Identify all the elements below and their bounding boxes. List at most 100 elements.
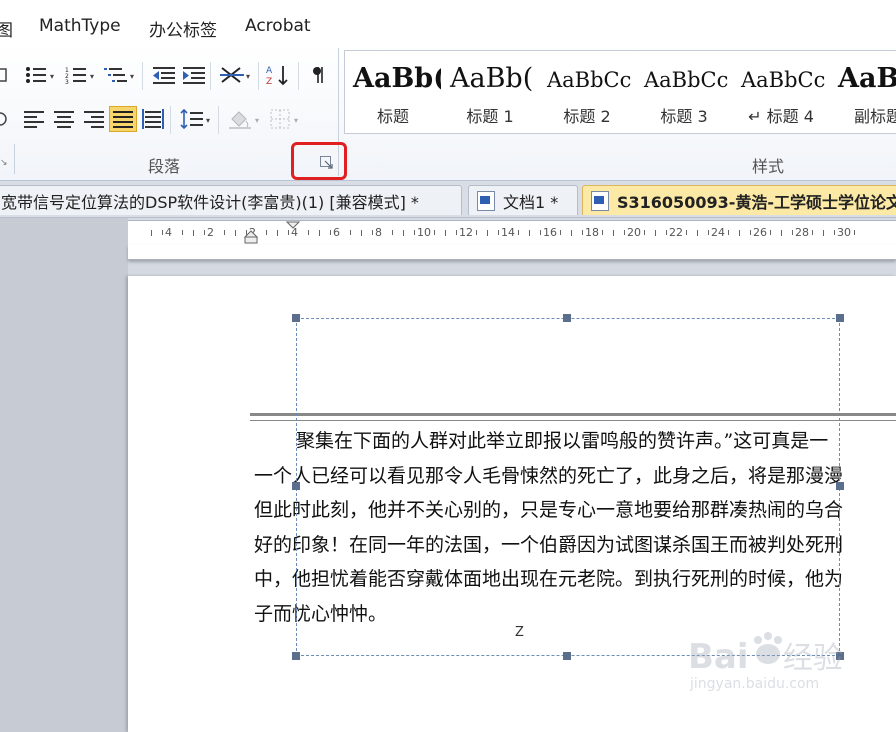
chinese-layout-icon — [220, 67, 244, 83]
style-name: 标题 1 — [466, 107, 514, 126]
resize-handle[interactable] — [292, 652, 300, 660]
ruler-tick — [854, 230, 855, 235]
ruler-tick — [266, 230, 267, 235]
watermark-url: jingyan.baidu.com — [689, 676, 819, 692]
style-name: 标题 3 — [660, 107, 708, 126]
tab-label: 文档1 * — [503, 192, 559, 212]
ruler-tick — [487, 230, 488, 236]
ruler-tick — [571, 230, 572, 236]
show-marks-button[interactable] — [306, 62, 334, 88]
decrease-indent-button[interactable] — [150, 62, 178, 88]
style-title[interactable]: AaBb( 标题 — [345, 51, 441, 133]
resize-handle[interactable] — [563, 314, 571, 322]
ruler-tick — [308, 230, 309, 235]
resize-handle[interactable] — [563, 652, 571, 660]
styles-group-label: 样式 — [752, 157, 785, 176]
clipped-icon[interactable] — [0, 62, 14, 88]
tab-dsp-document[interactable]: 宽带信号定位算法的DSP软件设计(李富贵)(1) [兼容模式] * — [0, 185, 462, 215]
ruler-tick — [403, 230, 404, 236]
multilevel-list-button[interactable] — [102, 62, 130, 88]
ruler-tick — [319, 230, 320, 236]
ruler-tick — [624, 230, 625, 235]
ruler-number: 4 — [165, 226, 172, 239]
align-center-button[interactable] — [50, 106, 78, 132]
ruler-tick — [361, 230, 362, 236]
ruler-tick — [350, 230, 351, 235]
ruler-tick — [392, 230, 393, 235]
ruler-number: 24 — [711, 226, 725, 239]
resize-handle[interactable] — [836, 482, 844, 490]
distributed-button[interactable] — [139, 106, 167, 132]
ruler-number: 6 — [333, 226, 340, 239]
menu-item-office-tabs[interactable]: 办公标签 — [149, 16, 217, 41]
ruler-number: 22 — [669, 226, 683, 239]
ruler-tick — [224, 230, 225, 235]
ruler-number: 30 — [837, 226, 851, 239]
style-subtitle[interactable]: AaBl 副标题 — [830, 51, 896, 133]
resize-handle[interactable] — [836, 314, 844, 322]
ruler-tick — [476, 230, 477, 235]
style-name: 标题 2 — [563, 107, 611, 126]
menu-item-view[interactable]: 图 — [0, 16, 13, 41]
ruler-tick — [739, 230, 740, 236]
tab-thesis[interactable]: S316050093-黄浩-工学硕士学位论文 — [582, 185, 896, 215]
font-group-launcher-icon[interactable]: ↘ — [0, 158, 8, 168]
style-heading-3[interactable]: AaBbCc 标题 3 — [636, 51, 732, 133]
ruler-number: 10 — [417, 226, 431, 239]
ruler-tick — [151, 230, 152, 236]
tab-label: 宽带信号定位算法的DSP软件设计(李富贵)(1) [兼容模式] * — [1, 192, 419, 212]
style-heading-4[interactable]: AaBbCc ↵ 标题 4 — [733, 51, 829, 133]
align-right-button[interactable] — [80, 106, 108, 132]
align-right-icon — [84, 111, 104, 128]
tab-document1[interactable]: 文档1 * — [468, 185, 578, 215]
document-tab-bar: 宽带信号定位算法的DSP软件设计(李富贵)(1) [兼容模式] * 文档1 * … — [0, 181, 896, 218]
svg-text:Z: Z — [266, 77, 272, 86]
chinese-layout-button[interactable] — [218, 62, 246, 88]
ruler-tick — [518, 230, 519, 235]
ruler-tick — [235, 230, 236, 236]
bullets-icon — [26, 67, 46, 83]
align-left-button[interactable] — [20, 106, 48, 132]
svg-text:A: A — [266, 66, 273, 76]
resize-handle[interactable] — [292, 314, 300, 322]
style-name: 副标题 — [853, 107, 896, 126]
ruler-number: 28 — [795, 226, 809, 239]
text-box-selection[interactable]: Z — [292, 314, 844, 660]
shading-button[interactable] — [226, 106, 254, 132]
style-heading-1[interactable]: AaBb( 标题 1 — [442, 51, 538, 133]
ruler-tick — [456, 230, 457, 235]
ruler-tick — [414, 230, 415, 235]
increase-indent-icon — [183, 67, 205, 84]
baidu-watermark: Bai 经验 jingyan.baidu.com — [688, 632, 888, 692]
justify-button[interactable] — [109, 106, 137, 132]
justify-icon — [113, 111, 133, 128]
svg-text:经验: 经验 — [783, 641, 843, 676]
borders-icon — [270, 109, 290, 129]
increase-indent-button[interactable] — [180, 62, 208, 88]
horizontal-ruler[interactable]: 4224681012141618202224262830 — [128, 220, 896, 246]
ruler-tick — [770, 230, 771, 235]
clipped-icon-2[interactable] — [0, 106, 14, 132]
style-name: ↵ 标题 4 — [748, 107, 814, 126]
menu-item-acrobat[interactable]: Acrobat — [245, 16, 311, 36]
ruler-tick — [277, 230, 278, 236]
bullets-button[interactable] — [22, 62, 50, 88]
indent-marker-icon — [244, 230, 258, 244]
ruler-number: 2 — [207, 226, 214, 239]
ruler-tick — [750, 230, 751, 235]
sort-button[interactable]: AZ — [264, 62, 292, 88]
ruler-tick — [697, 230, 698, 236]
ruler-tick — [602, 230, 603, 235]
show-marks-icon — [313, 67, 323, 83]
align-left-icon — [24, 111, 44, 128]
numbering-button[interactable]: 123 — [62, 62, 90, 88]
line-spacing-button[interactable] — [178, 106, 206, 132]
style-heading-2[interactable]: AaBbCc 标题 2 — [539, 51, 635, 133]
style-sample-text: AaBb( — [450, 63, 534, 94]
borders-button[interactable] — [266, 106, 294, 132]
resize-handle[interactable] — [292, 482, 300, 490]
ruler-number: 18 — [585, 226, 599, 239]
ruler-tick — [655, 230, 656, 236]
menu-item-mathtype[interactable]: MathType — [39, 16, 121, 36]
ruler-tick — [529, 230, 530, 236]
